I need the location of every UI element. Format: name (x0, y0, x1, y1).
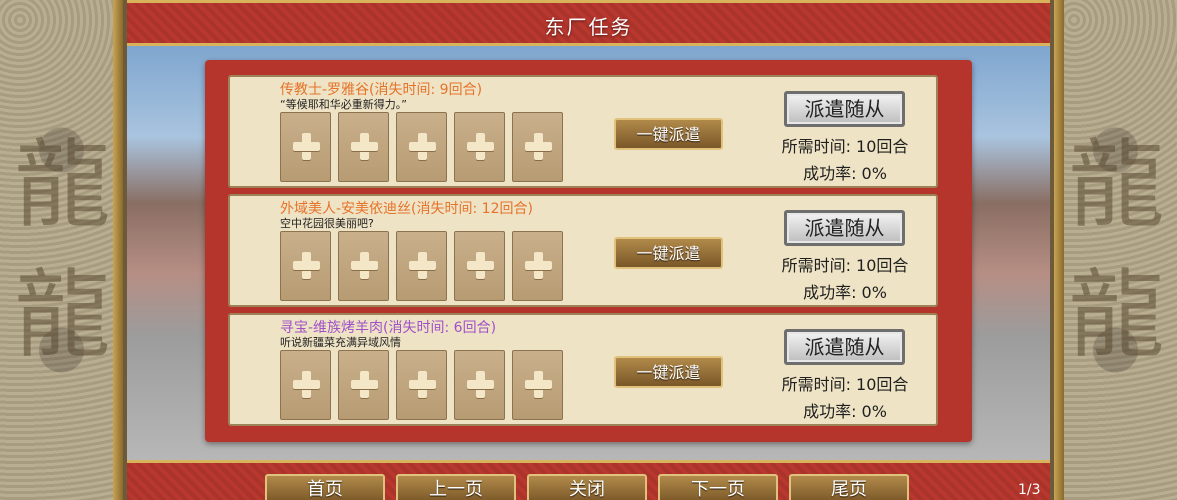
plus-icon (525, 133, 552, 160)
follower-slots (280, 112, 563, 184)
plus-icon (351, 252, 378, 279)
first-page-button[interactable]: 首页 (265, 474, 385, 500)
plus-icon (351, 133, 378, 160)
follower-slot[interactable] (454, 231, 505, 301)
dragon-icon: 龍 (14, 129, 111, 241)
success-rate: 成功率: 0% (803, 283, 887, 302)
last-page-button[interactable]: 尾页 (789, 474, 909, 500)
plus-icon (293, 133, 320, 160)
plus-icon (467, 371, 494, 398)
task-description: 空中花园很美丽吧? (280, 217, 374, 230)
one-click-dispatch-button[interactable]: 一键派遣 (614, 356, 723, 388)
game-screen: 龍 龍 龍 龍 东厂任务 传教士-罗雅谷(消失时间: 9回合) “等候耶和华必重… (0, 0, 1177, 500)
plus-icon (293, 252, 320, 279)
one-click-dispatch-button[interactable]: 一键派遣 (614, 118, 723, 150)
page-title: 东厂任务 (544, 15, 633, 39)
dragon-icon: 龍 (1068, 259, 1165, 371)
one-click-dispatch-button[interactable]: 一键派遣 (614, 237, 723, 269)
plus-icon (525, 371, 552, 398)
follower-slot[interactable] (454, 112, 505, 182)
plus-icon (293, 371, 320, 398)
required-time: 所需时间: 10回合 (781, 375, 909, 394)
follower-slot[interactable] (280, 231, 331, 301)
follower-slot[interactable] (280, 350, 331, 420)
plus-icon (351, 371, 378, 398)
task-card: 寻宝-维族烤羊肉(消失时间: 6回合) 听说新疆菜充满异域风情 一键派遣 派遣随… (228, 313, 938, 426)
plus-icon (409, 252, 436, 279)
next-page-button[interactable]: 下一页 (658, 474, 778, 500)
plus-icon (409, 133, 436, 160)
page-indicator: 1/3 (1018, 482, 1041, 498)
close-button[interactable]: 关闭 (527, 474, 647, 500)
task-description: 听说新疆菜充满异域风情 (280, 336, 401, 349)
prev-page-button[interactable]: 上一页 (396, 474, 516, 500)
left-decor-panel: 龍 龍 (0, 0, 127, 500)
required-time: 所需时间: 10回合 (781, 256, 909, 275)
success-rate: 成功率: 0% (803, 164, 887, 183)
follower-slot[interactable] (512, 231, 563, 301)
follower-slot[interactable] (396, 350, 447, 420)
follower-slot[interactable] (396, 231, 447, 301)
follower-slots (280, 350, 563, 422)
follower-slot[interactable] (338, 231, 389, 301)
dispatch-follower-button[interactable]: 派遣随从 (784, 210, 905, 246)
task-card: 外域美人-安美依迪丝(消失时间: 12回合) 空中花园很美丽吧? 一键派遣 派遣… (228, 194, 938, 307)
follower-slot[interactable] (454, 350, 505, 420)
required-time: 所需时间: 10回合 (781, 137, 909, 156)
plus-icon (467, 133, 494, 160)
follower-slot[interactable] (512, 350, 563, 420)
follower-slot[interactable] (338, 112, 389, 182)
plus-icon (409, 371, 436, 398)
plus-icon (525, 252, 552, 279)
title-bar: 东厂任务 (127, 0, 1050, 46)
dragon-icon: 龍 (1068, 129, 1165, 241)
plus-icon (467, 252, 494, 279)
follower-slot[interactable] (280, 112, 331, 182)
success-rate: 成功率: 0% (803, 402, 887, 421)
dispatch-follower-button[interactable]: 派遣随从 (784, 329, 905, 365)
task-card: 传教士-罗雅谷(消失时间: 9回合) “等候耶和华必重新得力。” 一键派遣 派遣… (228, 75, 938, 188)
follower-slot[interactable] (512, 112, 563, 182)
follower-slot[interactable] (396, 112, 447, 182)
dragon-icon: 龍 (14, 259, 111, 371)
right-decor-panel: 龍 龍 (1050, 0, 1177, 500)
dispatch-follower-button[interactable]: 派遣随从 (784, 91, 905, 127)
follower-slots (280, 231, 563, 303)
follower-slot[interactable] (338, 350, 389, 420)
task-description: “等候耶和华必重新得力。” (280, 98, 407, 111)
